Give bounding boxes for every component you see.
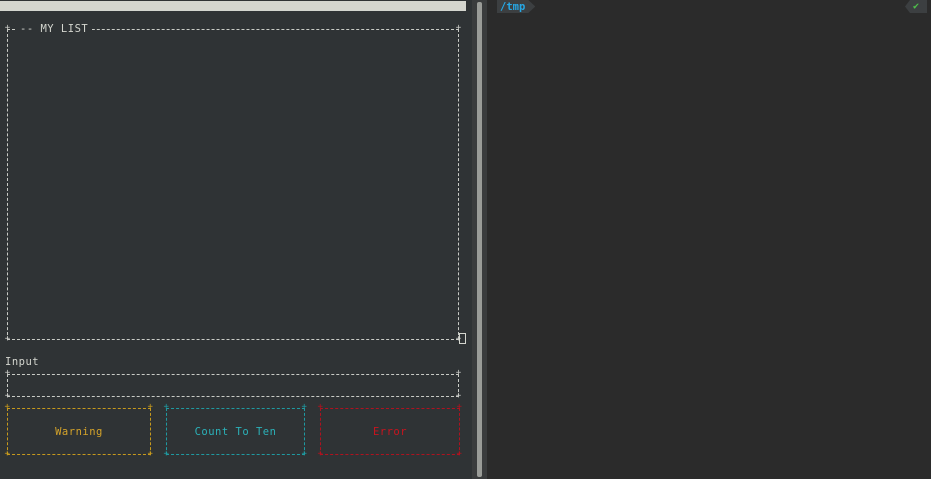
corner-mark: + — [317, 449, 324, 459]
right-terminal-pane[interactable] — [487, 0, 931, 479]
corner-mark: + — [455, 23, 462, 33]
input-field[interactable]: + + + + — [4, 369, 462, 401]
corner-mark: + — [163, 449, 170, 459]
pane-scrollbar-thumb[interactable] — [477, 2, 482, 477]
corner-mark: + — [4, 23, 11, 33]
corner-mark: + — [455, 368, 462, 378]
check-icon: ✔ — [912, 1, 920, 12]
corner-mark: + — [4, 334, 11, 344]
corner-mark: + — [147, 449, 154, 459]
my-list-box[interactable]: + + + + -- MY LIST — [4, 22, 461, 344]
error-button[interactable]: + + + + Error — [317, 403, 463, 459]
corner-mark: + — [456, 402, 463, 412]
input-label: Input — [5, 356, 40, 368]
corner-mark: + — [455, 391, 462, 401]
terminal-window: + + + + -- MY LIST Input + + + + + + + +… — [0, 0, 931, 479]
list-title: -- MY LIST — [16, 22, 93, 36]
corner-mark: + — [4, 402, 11, 412]
corner-mark: + — [4, 449, 11, 459]
prompt-path-segment: /tmp — [497, 0, 535, 13]
terminal-cursor — [459, 333, 466, 344]
corner-mark: + — [301, 402, 308, 412]
top-status-bar — [0, 1, 466, 11]
error-button-label: Error — [372, 425, 408, 438]
corner-mark: + — [147, 402, 154, 412]
corner-mark: + — [4, 368, 11, 378]
corner-mark: + — [4, 391, 11, 401]
left-terminal-pane[interactable]: + + + + -- MY LIST Input + + + + + + + +… — [0, 0, 472, 479]
corner-mark: + — [456, 449, 463, 459]
corner-mark: + — [163, 402, 170, 412]
warning-button[interactable]: + + + + Warning — [4, 403, 154, 459]
prompt-path: /tmp — [500, 0, 526, 13]
warning-button-label: Warning — [55, 425, 103, 438]
corner-mark: + — [317, 402, 324, 412]
count-to-ten-button[interactable]: + + + + Count To Ten — [163, 403, 308, 459]
corner-mark: + — [301, 449, 308, 459]
count-to-ten-button-label: Count To Ten — [194, 425, 277, 438]
